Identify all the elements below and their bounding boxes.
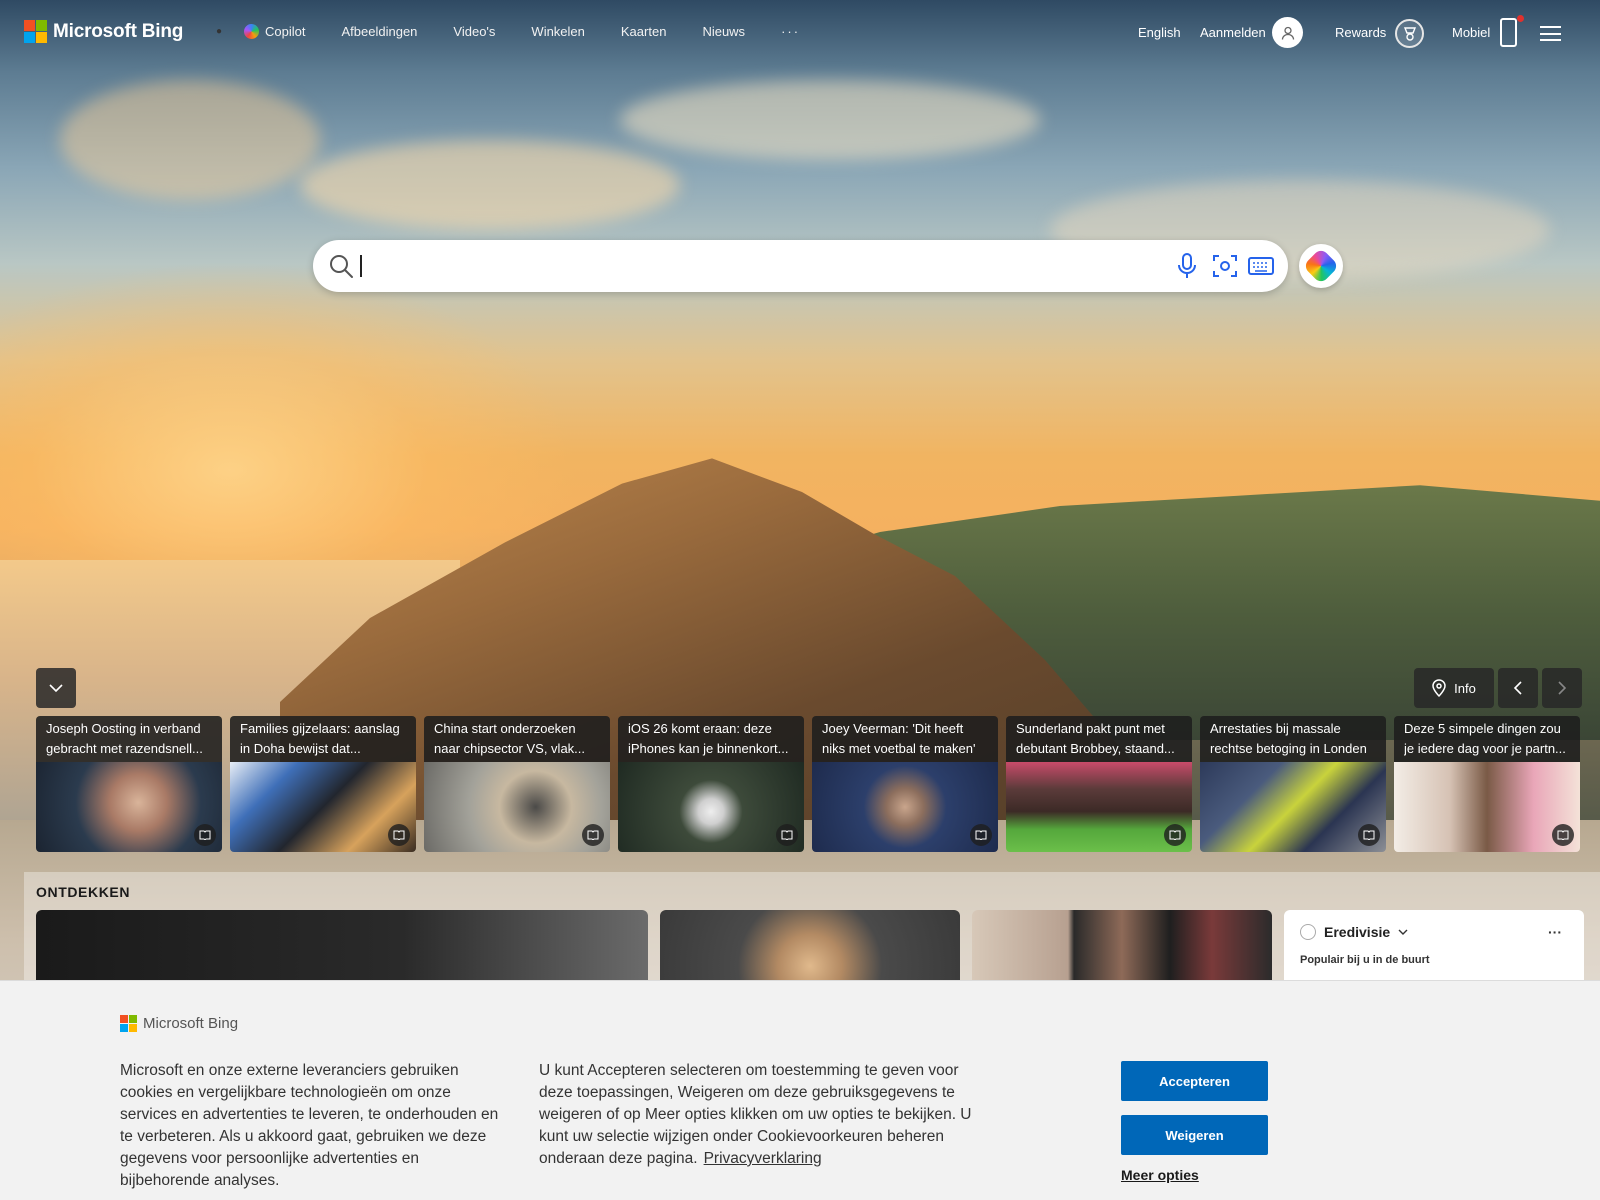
read-icon [970,824,992,846]
copilot-icon [1302,247,1340,285]
accept-button[interactable]: Accepteren [1121,1061,1268,1101]
reject-button[interactable]: Weigeren [1121,1115,1268,1155]
chevron-down-icon [1398,929,1408,935]
cookie-brand-name: Microsoft Bing [143,1015,239,1032]
language-link[interactable]: English [1138,25,1181,40]
collapse-button[interactable] [36,668,76,708]
cookie-instructions: U kunt Accepteren selecteren om toestemm… [539,1060,994,1170]
keyboard-icon[interactable] [1247,252,1275,285]
read-icon [194,824,216,846]
chevron-down-icon [49,684,63,693]
previous-button[interactable] [1498,668,1538,708]
news-title: Sunderland pakt punt met debutant Brobbe… [1006,716,1192,762]
news-card[interactable]: Joey Veerman: 'Dit heeft niks met voetba… [812,716,998,852]
widget-title: Eredivisie [1324,924,1391,940]
news-title: Joey Veerman: 'Dit heeft niks met voetba… [812,716,998,762]
cloud [620,80,1040,160]
news-title: Arrestaties bij massale rechtse betoging… [1200,716,1386,762]
privacy-link[interactable]: Privacyverklaring [704,1150,822,1167]
next-button[interactable] [1542,668,1582,708]
discover-card[interactable] [36,910,648,980]
news-carousel: Joseph Oosting in verband gebracht met r… [36,716,1581,852]
cookie-description: Microsoft en onze externe leveranciers g… [120,1062,499,1189]
chevron-left-icon [1513,681,1522,695]
read-icon [1164,824,1186,846]
eredivisie-widget: Eredivisie ··· Populair bij u in de buur… [1284,910,1584,980]
news-card[interactable]: Families gijzelaars: aanslag in Doha bew… [230,716,416,852]
nav-copilot[interactable]: Copilot [244,24,306,39]
rewards-link[interactable]: Rewards [1335,25,1386,40]
info-button[interactable]: Info [1414,668,1494,708]
news-card[interactable]: Arrestaties bij massale rechtse betoging… [1200,716,1386,852]
location-pin-icon [1432,679,1446,697]
widget-subtitle: Populair bij u in de buurt [1300,954,1430,966]
news-title: China start onderzoeken naar chipsector … [424,716,610,762]
news-title: Joseph Oosting in verband gebracht met r… [36,716,222,762]
nav-news[interactable]: Nieuws [702,24,745,39]
search-input[interactable] [359,252,1139,280]
nav-links: ● Copilot Afbeeldingen Video's Winkelen … [216,24,836,39]
text-caret [360,255,362,277]
dot-icon: ● [216,26,223,37]
nav-maps[interactable]: Kaarten [621,24,667,39]
microphone-icon[interactable] [1175,252,1199,285]
search-icon [328,253,354,284]
avatar[interactable] [1272,17,1303,48]
menu-icon[interactable] [1540,26,1561,41]
globe-icon [1300,924,1316,940]
nav-videos[interactable]: Video's [453,24,495,39]
brand-name: Microsoft Bing [53,20,184,42]
news-card[interactable]: Sunderland pakt punt met debutant Brobbe… [1006,716,1192,852]
read-icon [388,824,410,846]
more-options-link[interactable]: Meer opties [1121,1167,1199,1183]
microsoft-logo-icon [120,1015,137,1032]
phone-icon[interactable] [1500,18,1517,47]
read-icon [1358,824,1380,846]
discover-card[interactable] [660,910,960,980]
user-icon [1281,26,1294,40]
news-card[interactable]: iOS 26 komt eraan: deze iPhones kan je b… [618,716,804,852]
notification-dot [1517,15,1524,22]
search-box [313,240,1288,292]
news-card[interactable]: Joseph Oosting in verband gebracht met r… [36,716,222,852]
info-label: Info [1454,680,1476,696]
visual-search-icon[interactable] [1211,252,1239,285]
top-navigation: Microsoft Bing ● Copilot Afbeeldingen Vi… [0,0,1600,66]
nav-more[interactable]: ··· [781,24,800,39]
news-title: Families gijzelaars: aanslag in Doha bew… [230,716,416,762]
widget-header[interactable]: Eredivisie [1300,924,1568,940]
read-icon [1552,824,1574,846]
nav-images[interactable]: Afbeeldingen [342,24,418,39]
cloud [60,80,320,200]
bing-logo[interactable]: Microsoft Bing [24,20,183,43]
nav-shopping[interactable]: Winkelen [531,24,584,39]
discover-card[interactable] [972,910,1272,980]
mobile-link[interactable]: Mobiel [1452,25,1490,40]
nav-copilot-label: Copilot [265,24,306,39]
discover-title: ONTDEKKEN [36,884,131,900]
signin-link[interactable]: Aanmelden [1200,25,1266,40]
read-icon [776,824,798,846]
widget-more-button[interactable]: ··· [1548,924,1562,940]
news-card[interactable]: Deze 5 simpele dingen zou je iedere dag … [1394,716,1580,852]
rewards-icon[interactable] [1395,19,1424,48]
microsoft-logo-icon [24,20,47,43]
news-card[interactable]: China start onderzoeken naar chipsector … [424,716,610,852]
cloud [300,140,680,230]
chevron-right-icon [1558,681,1567,695]
news-title: iOS 26 komt eraan: deze iPhones kan je b… [618,716,804,762]
copilot-button[interactable] [1299,244,1343,288]
news-title: Deze 5 simpele dingen zou je iedere dag … [1394,716,1580,762]
copilot-icon [244,24,260,39]
read-icon [582,824,604,846]
cookie-brand: Microsoft Bing [120,1015,238,1032]
